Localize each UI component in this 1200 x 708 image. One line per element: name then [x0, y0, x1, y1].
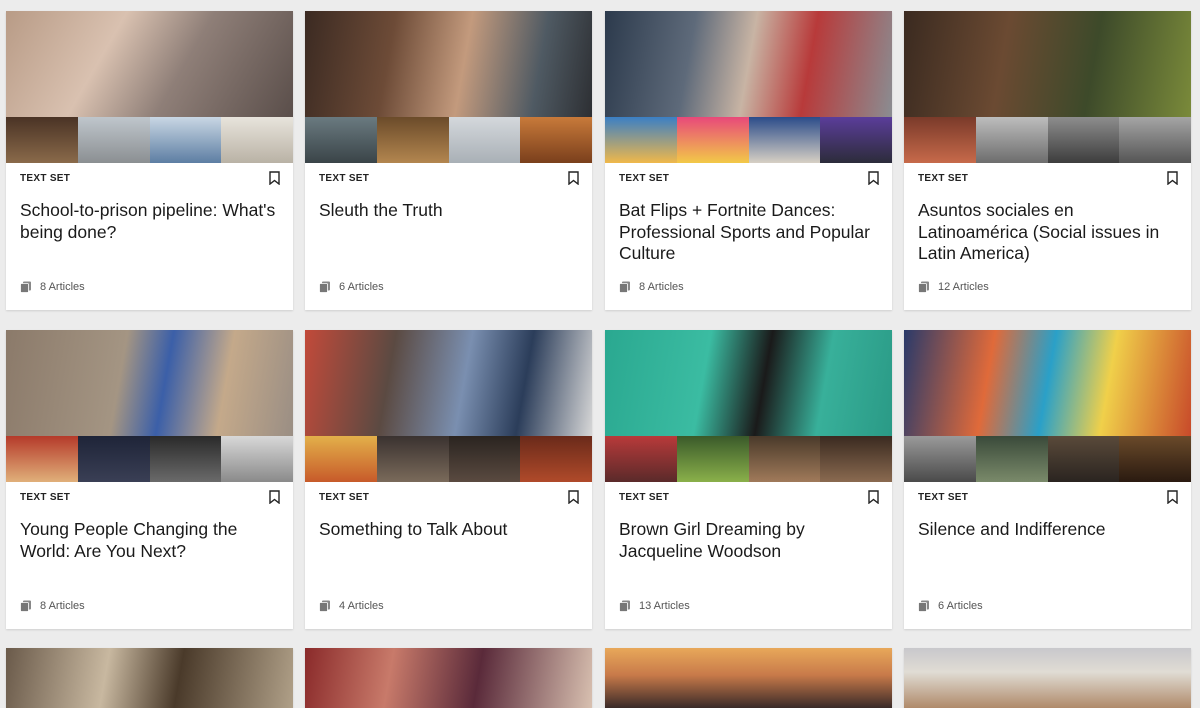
card-article-count: 8 Articles	[619, 281, 684, 293]
articles-stack-icon	[20, 600, 31, 612]
articles-stack-icon	[319, 600, 330, 612]
bookmark-icon[interactable]	[269, 490, 280, 504]
articles-stack-icon	[918, 281, 929, 293]
card-article-count: 6 Articles	[319, 281, 384, 293]
text-set-card[interactable]: TEXT SET Bat Flips + Fortnite Dances: Pr…	[605, 11, 892, 310]
article-count-text: 6 Articles	[339, 281, 384, 293]
text-set-card[interactable]: TEXT SET Brown Girl Dreaming by Jacqueli…	[605, 330, 892, 629]
card-type-label: TEXT SET	[319, 173, 370, 184]
bookmark-icon[interactable]	[868, 490, 879, 504]
card-hero-image	[6, 648, 293, 708]
bookmark-icon[interactable]	[269, 171, 280, 185]
card-hero-image	[305, 330, 592, 436]
article-count-text: 8 Articles	[40, 281, 85, 293]
articles-stack-icon	[319, 281, 330, 293]
card-hero-image	[6, 11, 293, 117]
card-thumbnail-strip	[305, 117, 592, 163]
text-set-card[interactable]: TEXT SET Young People Changing the World…	[6, 330, 293, 629]
card-hero-image	[904, 330, 1191, 436]
card-title[interactable]: Brown Girl Dreaming by Jacqueline Woodso…	[619, 519, 881, 562]
card-type-label: TEXT SET	[319, 492, 370, 503]
card-thumbnail-strip	[605, 436, 892, 482]
text-set-card[interactable]: TEXT SET Silence and Indifference 6 Arti…	[904, 330, 1191, 629]
card-type-label: TEXT SET	[20, 173, 71, 184]
articles-stack-icon	[619, 281, 630, 293]
card-hero-image	[605, 11, 892, 117]
card-hero-image	[605, 648, 892, 708]
card-hero-image	[605, 330, 892, 436]
card-thumbnail-strip	[6, 436, 293, 482]
article-count-text: 8 Articles	[40, 600, 85, 612]
card-thumbnail-strip	[305, 436, 592, 482]
card-title[interactable]: Something to Talk About	[319, 519, 581, 541]
card-hero-image	[904, 11, 1191, 117]
card-type-label: TEXT SET	[918, 173, 969, 184]
articles-stack-icon	[20, 281, 31, 293]
card-hero-image	[6, 330, 293, 436]
article-count-text: 6 Articles	[938, 600, 983, 612]
text-set-card[interactable]: TEXT SET Asuntos sociales en Latinoaméri…	[904, 11, 1191, 310]
article-count-text: 13 Articles	[639, 600, 690, 612]
card-article-count: 8 Articles	[20, 600, 85, 612]
card-article-count: 8 Articles	[20, 281, 85, 293]
card-hero-image	[305, 648, 592, 708]
card-title[interactable]: Asuntos sociales en Latinoamérica (Socia…	[918, 200, 1180, 265]
card-title[interactable]: School-to-prison pipeline: What's being …	[20, 200, 282, 243]
bookmark-icon[interactable]	[868, 171, 879, 185]
text-set-card[interactable]: TEXT SET Something to Talk About 4 Artic…	[305, 330, 592, 629]
card-article-count: 6 Articles	[918, 600, 983, 612]
card-hero-image	[305, 11, 592, 117]
card-title[interactable]: Sleuth the Truth	[319, 200, 581, 222]
bookmark-icon[interactable]	[1167, 171, 1178, 185]
bookmark-icon[interactable]	[1167, 490, 1178, 504]
card-article-count: 13 Articles	[619, 600, 690, 612]
card-type-label: TEXT SET	[918, 492, 969, 503]
text-set-grid: TEXT SET School-to-prison pipeline: What…	[0, 0, 1200, 708]
articles-stack-icon	[918, 600, 929, 612]
card-article-count: 12 Articles	[918, 281, 989, 293]
text-set-card[interactable]: TEXT SET School-to-prison pipeline: What…	[6, 11, 293, 310]
card-title[interactable]: Bat Flips + Fortnite Dances: Professiona…	[619, 200, 881, 265]
bookmark-icon[interactable]	[568, 490, 579, 504]
card-type-label: TEXT SET	[619, 492, 670, 503]
card-title[interactable]: Silence and Indifference	[918, 519, 1180, 541]
card-hero-image	[904, 648, 1191, 708]
articles-stack-icon	[619, 600, 630, 612]
text-set-card[interactable]	[305, 648, 592, 708]
text-set-card[interactable]	[605, 648, 892, 708]
card-type-label: TEXT SET	[20, 492, 71, 503]
card-type-label: TEXT SET	[619, 173, 670, 184]
card-thumbnail-strip	[904, 117, 1191, 163]
text-set-card[interactable]: TEXT SET Sleuth the Truth 6 Articles	[305, 11, 592, 310]
bookmark-icon[interactable]	[568, 171, 579, 185]
article-count-text: 8 Articles	[639, 281, 684, 293]
text-set-card[interactable]	[904, 648, 1191, 708]
card-title[interactable]: Young People Changing the World: Are You…	[20, 519, 282, 562]
text-set-card[interactable]	[6, 648, 293, 708]
card-thumbnail-strip	[605, 117, 892, 163]
card-thumbnail-strip	[904, 436, 1191, 482]
card-article-count: 4 Articles	[319, 600, 384, 612]
article-count-text: 4 Articles	[339, 600, 384, 612]
card-thumbnail-strip	[6, 117, 293, 163]
article-count-text: 12 Articles	[938, 281, 989, 293]
